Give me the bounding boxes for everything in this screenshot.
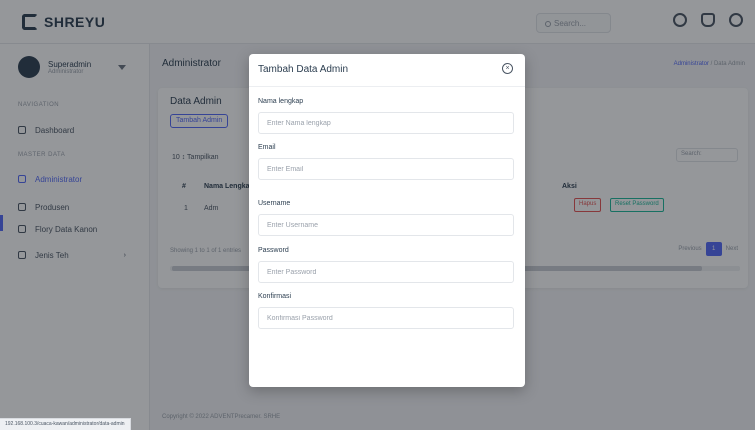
status-url: 192.168.100.3/cuaca-kawan/administrator/… [0,418,131,430]
full-name-label: Nama lengkap [258,98,304,105]
password-label: Password [258,247,289,254]
email-label: Email [258,144,276,151]
username-label: Username [258,200,291,207]
username-input[interactable] [258,214,514,236]
email-input[interactable] [258,158,514,180]
confirm-password-input[interactable] [258,307,514,329]
confirm-password-label: Konfirmasi [258,293,292,300]
modal-divider [249,86,525,87]
modal-title: Tambah Data Admin [258,64,349,75]
password-input[interactable] [258,261,514,283]
add-admin-modal: Tambah Data Admin × Nama lengkap Email U… [249,54,525,387]
close-icon[interactable]: × [502,63,513,74]
full-name-input[interactable] [258,112,514,134]
